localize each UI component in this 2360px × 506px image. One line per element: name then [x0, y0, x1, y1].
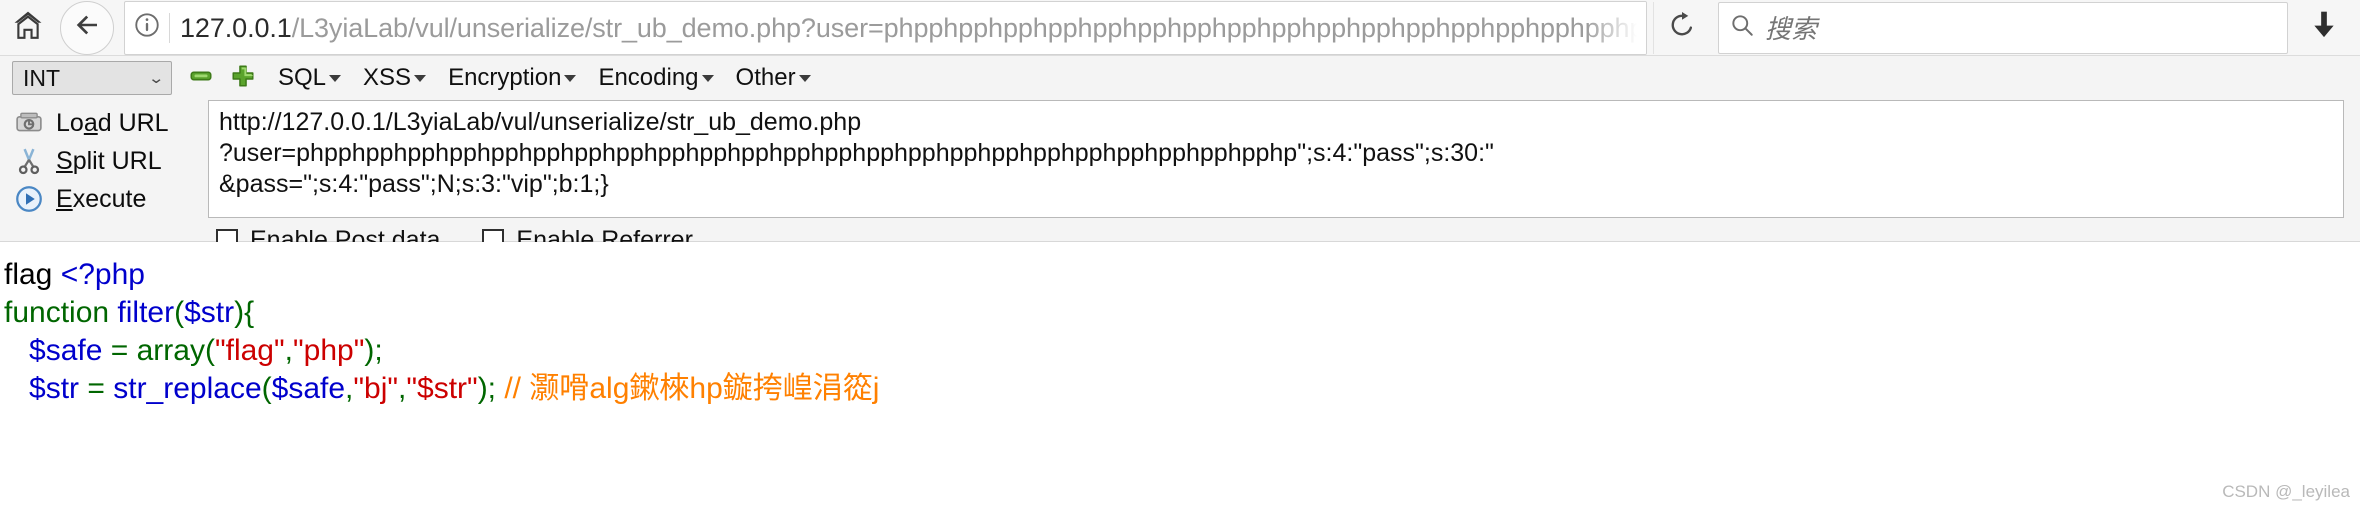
search-submit-button[interactable]: [1719, 5, 1765, 51]
search-input-placeholder[interactable]: 搜索: [1765, 9, 1817, 46]
address-bar[interactable]: 127.0.0.1/L3yiaLab/vul/unserialize/str_u…: [124, 0, 1647, 55]
url-path: /L3yiaLab/vul/unserialize/str_ub_demo.ph…: [291, 12, 1646, 43]
minus-button-icon: [188, 63, 214, 94]
code-token: (: [174, 296, 185, 329]
page-content: flag <?php function filter($str){ $safe =…: [0, 242, 2360, 506]
execute-button[interactable]: Execute: [0, 180, 208, 218]
type-select[interactable]: INT ⌄: [12, 61, 172, 95]
code-token: "bj": [353, 372, 399, 405]
hackbar-action-list: Load URL Split URL Execute: [0, 100, 208, 218]
load-url-label: Load URL: [56, 108, 169, 137]
download-arrow-icon: [2307, 8, 2341, 47]
home-button[interactable]: [0, 0, 56, 56]
code-token: array: [136, 334, 205, 367]
code-token: function: [4, 296, 118, 329]
url-host: 127.0.0.1: [180, 12, 292, 43]
php-source-output: flag <?php function filter($str){ $safe =…: [0, 256, 2360, 408]
code-token: $str: [184, 296, 235, 329]
code-token: ,: [284, 334, 293, 367]
caret-down-icon: [798, 74, 811, 82]
reload-button[interactable]: [1653, 1, 1710, 54]
menu-other-label: Other: [735, 64, 796, 91]
reload-icon: [1667, 10, 1697, 45]
code-token: (: [204, 334, 215, 367]
split-url-button[interactable]: Split URL: [0, 142, 208, 180]
menu-xss[interactable]: XSS: [363, 64, 427, 92]
caret-down-icon: [701, 74, 714, 82]
code-token: =: [102, 334, 137, 367]
code-line: $safe = array("flag","php");: [0, 332, 2360, 370]
split-url-icon: [8, 146, 50, 176]
remove-tab-button[interactable]: [188, 63, 214, 94]
chevron-down-icon: ⌄: [148, 70, 166, 87]
code-token: "$str": [406, 372, 478, 405]
menu-encryption[interactable]: Encryption: [448, 64, 577, 92]
hackbar-panel: INT ⌄ SQL XSS Encryption Encoding Other …: [0, 56, 2360, 254]
downloads-button[interactable]: [2288, 0, 2360, 56]
execute-label: Execute: [56, 184, 147, 213]
url-textarea[interactable]: http://127.0.0.1/L3yiaLab/vul/unserializ…: [208, 100, 2344, 218]
menu-sql-label: SQL: [278, 64, 327, 91]
hackbar-toolbar: INT ⌄ SQL XSS Encryption Encoding Other: [0, 56, 2360, 100]
code-token: $safe: [271, 372, 346, 405]
watermark: CSDN @_leyilea: [2222, 482, 2350, 501]
load-url-button[interactable]: Load URL: [0, 104, 208, 142]
code-token: (: [261, 372, 272, 405]
code-token: );: [364, 334, 383, 367]
info-circle-icon: [133, 11, 161, 44]
caret-down-icon: [414, 74, 427, 82]
code-token: );: [477, 372, 497, 405]
search-bar[interactable]: 搜索: [1718, 1, 2288, 54]
menu-encryption-label: Encryption: [448, 64, 562, 91]
menu-other[interactable]: Other: [736, 64, 811, 92]
code-token: "flag": [214, 334, 285, 367]
menu-xss-label: XSS: [363, 64, 412, 91]
code-token: $str: [29, 372, 80, 405]
menu-encoding[interactable]: Encoding: [598, 64, 714, 92]
caret-down-icon: [564, 74, 577, 82]
caret-down-icon: [329, 74, 342, 82]
back-button[interactable]: [60, 0, 114, 55]
address-bar-divider: [169, 12, 170, 43]
code-token: "php": [292, 334, 365, 367]
code-line: flag <?php: [0, 256, 2360, 294]
code-token: flag: [4, 258, 61, 291]
code-token: <?php: [60, 258, 145, 291]
site-identity-button[interactable]: [125, 6, 169, 50]
type-select-value: INT: [23, 64, 61, 91]
code-token: str_replace: [113, 372, 262, 405]
home-icon: [11, 8, 45, 47]
code-token: filter: [117, 296, 175, 329]
code-line: $str = str_replace($safe,"bj","$str"); /…: [0, 370, 2360, 408]
code-token: // 灏嗗alg鏉棶hp鏇挎崲涓篵j: [496, 372, 880, 405]
search-icon: [1729, 12, 1755, 43]
split-url-label: Split URL: [56, 146, 162, 175]
add-tab-button[interactable]: [230, 63, 256, 94]
code-line: function filter($str){: [0, 294, 2360, 332]
browser-toolbar: 127.0.0.1/L3yiaLab/vul/unserialize/str_u…: [0, 0, 2360, 56]
code-token: $safe: [29, 334, 103, 367]
hackbar-body: Load URL Split URL Execute http://127.0.…: [0, 100, 2360, 218]
back-arrow-icon: [72, 10, 102, 45]
code-token: =: [79, 372, 114, 405]
address-bar-url: 127.0.0.1/L3yiaLab/vul/unserialize/str_u…: [180, 2, 1646, 54]
menu-encoding-label: Encoding: [598, 64, 699, 91]
plus-button-icon: [230, 63, 256, 94]
code-token: ){: [234, 296, 255, 329]
menu-sql[interactable]: SQL: [278, 64, 342, 92]
execute-icon: [8, 184, 50, 214]
load-url-icon: [8, 108, 50, 138]
